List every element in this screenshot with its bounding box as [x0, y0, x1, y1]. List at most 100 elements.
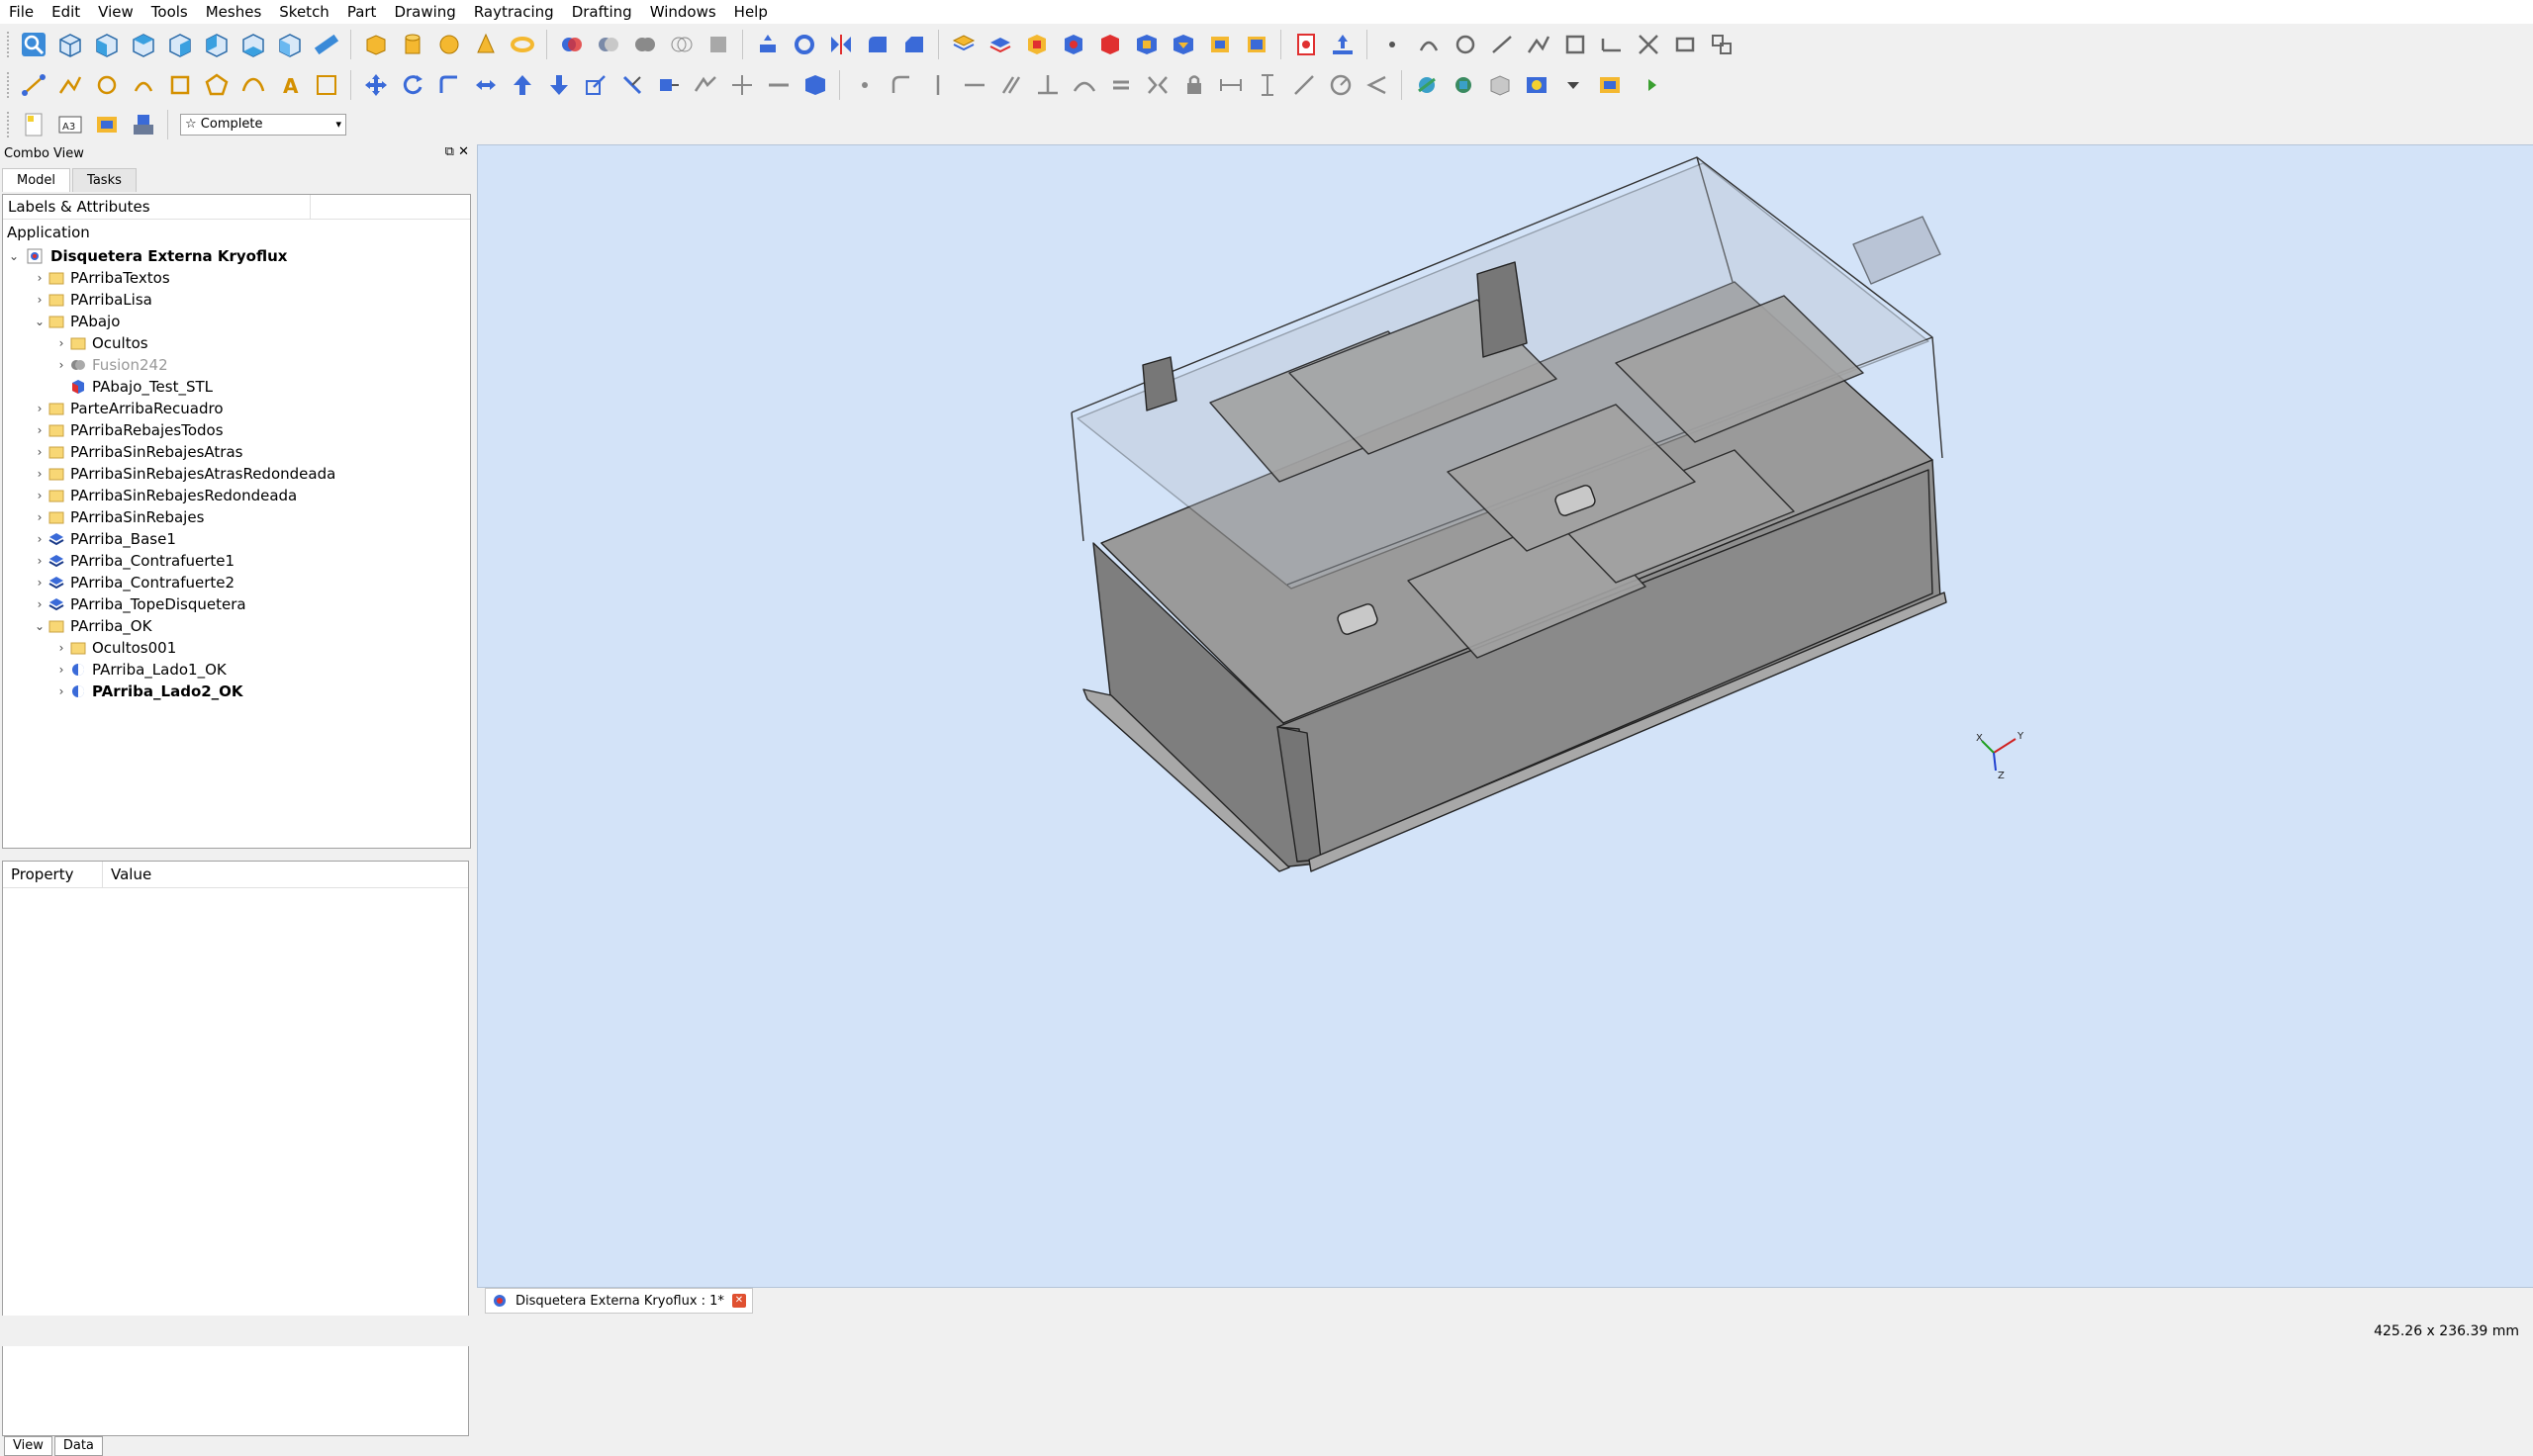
draft-arc-icon[interactable]: [1412, 29, 1445, 61]
menu-meshes[interactable]: Meshes: [197, 0, 271, 24]
constraint-symmetric-icon[interactable]: [1141, 69, 1173, 102]
expand-arrow-icon[interactable]: ⌄: [7, 245, 21, 267]
tree-item[interactable]: › PArribaLisa: [3, 289, 470, 311]
expand-arrow-icon[interactable]: ›: [33, 528, 47, 550]
document-tab[interactable]: Disquetera Externa Kryoflux : 1* ✕: [485, 1288, 753, 1314]
expand-arrow-icon[interactable]: ›: [33, 289, 47, 311]
menu-help[interactable]: Help: [725, 0, 777, 24]
draft-circle-icon[interactable]: [1449, 29, 1481, 61]
page-a3-icon[interactable]: A3: [53, 109, 86, 141]
expand-arrow-icon[interactable]: ⌄: [33, 311, 47, 332]
view-right-icon[interactable]: [163, 29, 196, 61]
constraint-radius-icon[interactable]: [1324, 69, 1357, 102]
menu-raytracing[interactable]: Raytracing: [465, 0, 563, 24]
expand-arrow-icon[interactable]: ›: [33, 398, 47, 419]
model-render[interactable]: Y X Z: [478, 145, 2533, 1287]
tree-item[interactable]: › PArribaTextos: [3, 267, 470, 289]
workbench-selector[interactable]: ☆ Complete: [180, 114, 346, 136]
constraint-horizontal-icon[interactable]: [958, 69, 990, 102]
menu-windows[interactable]: Windows: [641, 0, 725, 24]
tree-document[interactable]: ⌄ Disquetera Externa Kryoflux: [3, 245, 470, 267]
pocket-icon[interactable]: [1020, 29, 1053, 61]
export-page-icon[interactable]: [1326, 29, 1359, 61]
constraint-lock-icon[interactable]: [1177, 69, 1210, 102]
expand-arrow-icon[interactable]: ›: [33, 572, 47, 593]
menu-edit[interactable]: Edit: [43, 0, 89, 24]
shape2d-icon[interactable]: [652, 69, 685, 102]
tree-item[interactable]: › PArriba_Contrafuerte2: [3, 572, 470, 593]
constraint-parallel-icon[interactable]: [994, 69, 1027, 102]
expand-arrow-icon[interactable]: ›: [33, 593, 47, 615]
drawing-insert-view-icon[interactable]: [90, 109, 123, 141]
revolve-icon[interactable]: [788, 29, 820, 61]
tab-view[interactable]: View: [4, 1436, 52, 1456]
view-left-icon[interactable]: [273, 29, 306, 61]
tree-item[interactable]: › PArribaSinRebajesAtras: [3, 441, 470, 463]
tree-item[interactable]: › PArriba_Contrafuerte1: [3, 550, 470, 572]
tab-data[interactable]: Data: [53, 1436, 103, 1456]
draft-line-icon[interactable]: [1485, 29, 1518, 61]
expand-arrow-icon[interactable]: ›: [33, 441, 47, 463]
view-axonometric-icon[interactable]: [53, 29, 86, 61]
constraint-point-icon[interactable]: [848, 69, 881, 102]
part-box-icon[interactable]: [359, 29, 392, 61]
menu-tools[interactable]: Tools: [142, 0, 197, 24]
drawing-view-icon[interactable]: [1167, 29, 1199, 61]
expand-arrow-icon[interactable]: ›: [54, 637, 68, 659]
expand-arrow-icon[interactable]: ›: [33, 485, 47, 506]
3d-viewport[interactable]: Y X Z: [477, 144, 2533, 1288]
expand-arrow-icon[interactable]: ›: [54, 681, 68, 702]
part-cylinder-icon[interactable]: [396, 29, 428, 61]
tree-item[interactable]: ⌄ PAbajo: [3, 311, 470, 332]
shape-builder-icon[interactable]: [702, 29, 734, 61]
mirror-icon[interactable]: [824, 29, 857, 61]
pdf-export-icon[interactable]: [1289, 29, 1322, 61]
chamfer-icon[interactable]: [897, 29, 930, 61]
sketch-rectangle-icon[interactable]: [163, 69, 196, 102]
draft-array-icon[interactable]: [1705, 29, 1737, 61]
upgrade-icon[interactable]: [506, 69, 538, 102]
draft-wire-icon[interactable]: [1522, 29, 1554, 61]
move-icon[interactable]: [359, 69, 392, 102]
del-point-icon[interactable]: [762, 69, 795, 102]
tree-item[interactable]: › PArriba_Lado1_OK: [3, 659, 470, 681]
expand-arrow-icon[interactable]: ›: [54, 354, 68, 376]
fillet-icon[interactable]: [861, 29, 893, 61]
part-cone-icon[interactable]: [469, 29, 502, 61]
raytrace-render-icon[interactable]: [1520, 69, 1552, 102]
view-top-icon[interactable]: [127, 29, 159, 61]
float-icon[interactable]: ⧉: [445, 144, 454, 159]
raytrace-part-icon[interactable]: [1483, 69, 1516, 102]
pad-icon[interactable]: [984, 29, 1016, 61]
part-torus-icon[interactable]: [506, 29, 538, 61]
rotate-icon[interactable]: [396, 69, 428, 102]
constraint-perpendicular-icon[interactable]: [1031, 69, 1064, 102]
draft-rectangle-icon[interactable]: [1558, 29, 1591, 61]
constraint-distance-icon[interactable]: [1287, 69, 1320, 102]
tree-item[interactable]: › PArriba_TopeDisquetera: [3, 593, 470, 615]
close-tab-icon[interactable]: ✕: [731, 1294, 746, 1308]
common-icon[interactable]: [665, 29, 698, 61]
constraint-angle-icon[interactable]: [1360, 69, 1393, 102]
expand-arrow-icon[interactable]: ›: [33, 506, 47, 528]
stretch-icon[interactable]: [469, 69, 502, 102]
tab-tasks[interactable]: Tasks: [72, 168, 137, 192]
part-sphere-icon[interactable]: [432, 29, 465, 61]
tree-item[interactable]: › Fusion242: [3, 354, 470, 376]
constraint-vdistance-icon[interactable]: [1251, 69, 1283, 102]
tree-item[interactable]: › PArribaRebajesTodos: [3, 419, 470, 441]
menu-drafting[interactable]: Drafting: [563, 0, 641, 24]
drawing-clip-icon[interactable]: [1240, 29, 1272, 61]
tree-item[interactable]: › Ocultos: [3, 332, 470, 354]
menu-drawing[interactable]: Drawing: [385, 0, 464, 24]
expand-arrow-icon[interactable]: ⌄: [33, 615, 47, 637]
sketch-polygon-icon[interactable]: [200, 69, 233, 102]
raytrace-export-icon[interactable]: [1410, 69, 1443, 102]
cut-icon[interactable]: [592, 29, 624, 61]
draft-modify-icon[interactable]: [1668, 29, 1701, 61]
downgrade-icon[interactable]: [542, 69, 575, 102]
expand-arrow-icon[interactable]: ›: [33, 419, 47, 441]
tab-model[interactable]: Model: [2, 168, 71, 192]
part-design-icon[interactable]: [947, 29, 980, 61]
constraint-tangent-curve-icon[interactable]: [1068, 69, 1100, 102]
